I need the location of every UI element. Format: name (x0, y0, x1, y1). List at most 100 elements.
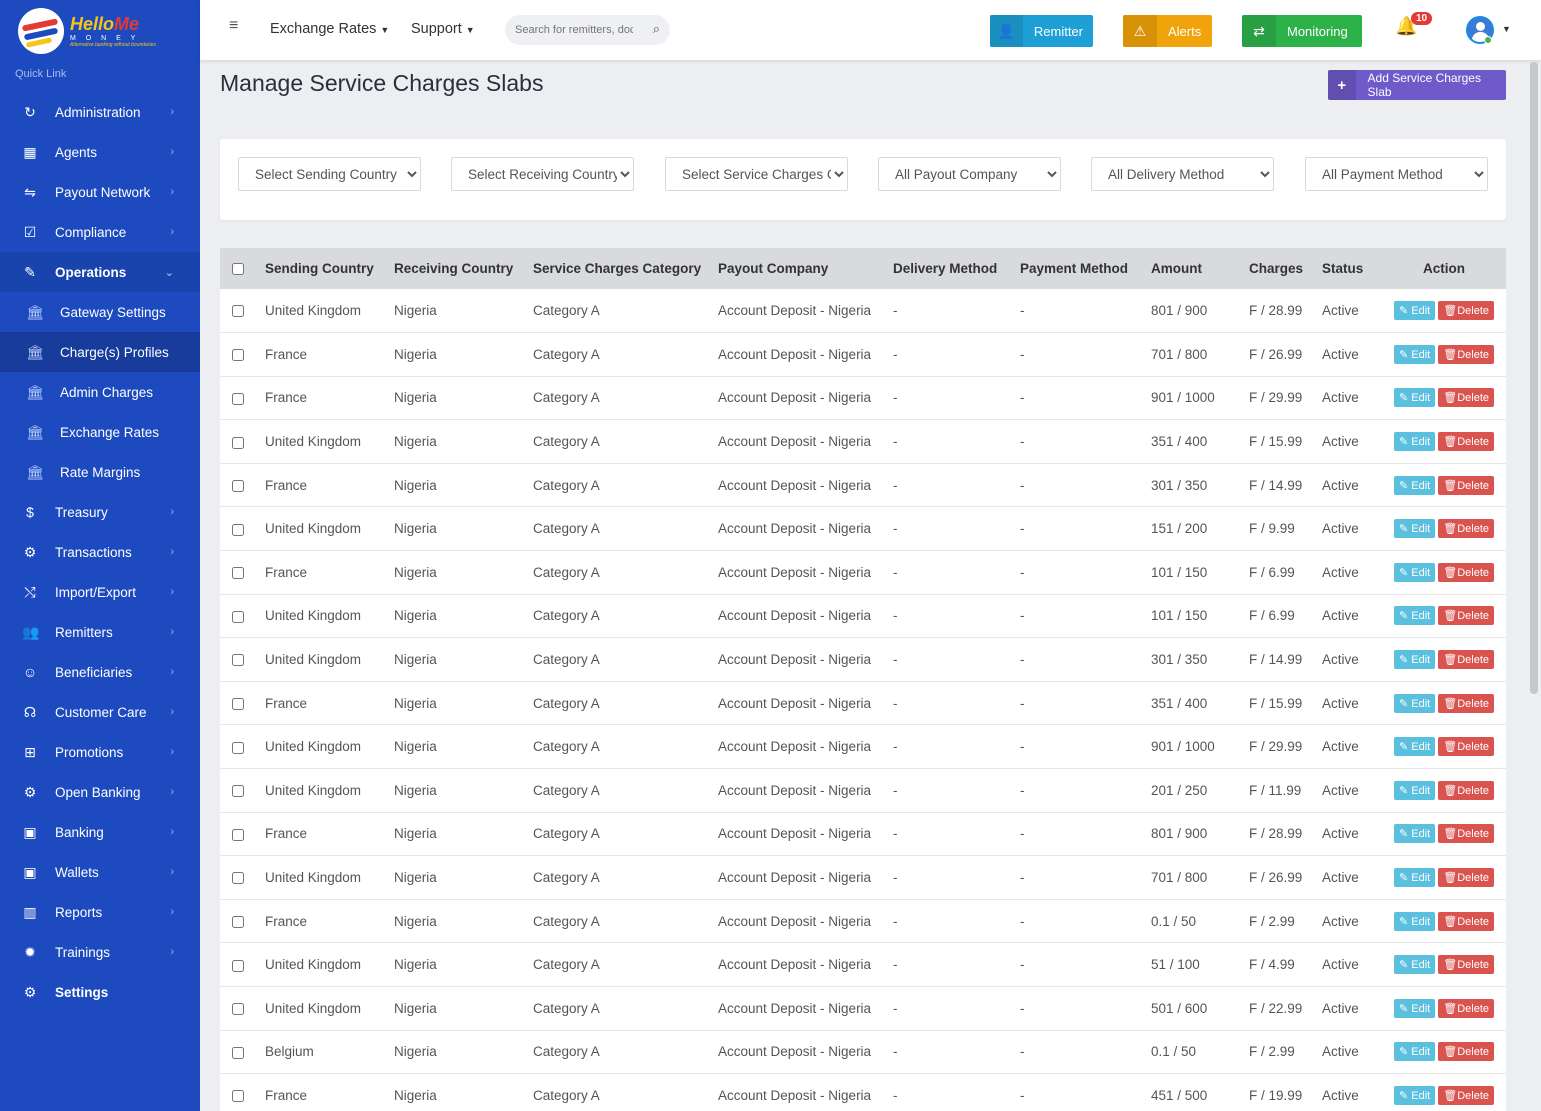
edit-button[interactable]: ✎ Edit (1393, 737, 1436, 757)
select-all-checkbox[interactable] (232, 263, 244, 276)
caret-down-icon[interactable]: ▼ (1502, 24, 1511, 34)
sidebar-subitem-rate-margins[interactable]: 🏛 Rate Margins (0, 452, 200, 492)
edit-button[interactable]: ✎ Edit (1393, 998, 1436, 1018)
edit-button[interactable]: ✎ Edit (1393, 1085, 1436, 1105)
delete-button[interactable]: 🗑Delete (1438, 344, 1494, 364)
sidebar-subitem-admin-charges[interactable]: 🏛 Admin Charges (0, 372, 200, 412)
edit-button[interactable]: ✎ Edit (1393, 650, 1436, 670)
row-checkbox[interactable] (232, 610, 244, 623)
sidebar-item-customer-care[interactable]: ☊ Customer Care › (0, 692, 200, 732)
sidebar-item-agents[interactable]: ▦ Agents › (0, 132, 200, 172)
delete-button[interactable]: 🗑Delete (1438, 1042, 1494, 1062)
sidebar-item-compliance[interactable]: ☑ Compliance › (0, 212, 200, 252)
delete-button[interactable]: 🗑Delete (1438, 606, 1494, 626)
sidebar-item-wallets[interactable]: ▣ Wallets › (0, 852, 200, 892)
sidebar-item-payout-network[interactable]: ⇋ Payout Network › (0, 172, 200, 212)
menu-support[interactable]: Support ▼ (411, 21, 475, 37)
search-icon[interactable]: ⌕ (653, 21, 660, 37)
delete-button[interactable]: 🗑Delete (1438, 650, 1494, 670)
delivery-method-select[interactable]: All Delivery Method (1091, 157, 1274, 191)
row-checkbox[interactable] (232, 392, 244, 405)
sidebar-subitem-charges-profiles[interactable]: 🏛 Charge(s) Profiles (0, 332, 200, 372)
row-checkbox[interactable] (232, 654, 244, 667)
delete-button[interactable]: 🗑Delete (1438, 432, 1494, 452)
sidebar-item-promotions[interactable]: ⊞ Promotions › (0, 732, 200, 772)
delete-button[interactable]: 🗑Delete (1438, 388, 1494, 408)
header-receiving-country[interactable]: Receiving Country (394, 248, 533, 289)
add-service-charges-slab-button[interactable]: + Add Service Charges Slab (1328, 70, 1506, 100)
row-checkbox[interactable] (232, 1090, 244, 1103)
brand-logo[interactable]: HelloMe M O N E Y Alternative banking wi… (0, 0, 200, 62)
delete-button[interactable]: 🗑Delete (1438, 780, 1494, 800)
payout-company-select[interactable]: All Payout Company (878, 157, 1061, 191)
row-checkbox[interactable] (232, 567, 244, 580)
row-checkbox[interactable] (232, 872, 244, 885)
sidebar-item-operations[interactable]: ✎ Operations ⌄ (0, 252, 200, 292)
edit-button[interactable]: ✎ Edit (1393, 475, 1436, 495)
row-checkbox[interactable] (232, 741, 244, 754)
sending-country-select[interactable]: Select Sending Country (238, 157, 421, 191)
row-checkbox[interactable] (232, 828, 244, 841)
sidebar-item-open-banking[interactable]: ⚙ Open Banking › (0, 772, 200, 812)
header-charges[interactable]: Charges (1249, 248, 1322, 289)
sidebar-item-banking[interactable]: ▣ Banking › (0, 812, 200, 852)
edit-button[interactable]: ✎ Edit (1393, 780, 1436, 800)
row-checkbox[interactable] (232, 523, 244, 536)
edit-button[interactable]: ✎ Edit (1393, 432, 1436, 452)
row-checkbox[interactable] (232, 305, 244, 318)
sidebar-item-transactions[interactable]: ⚙ Transactions › (0, 532, 200, 572)
delete-button[interactable]: 🗑Delete (1438, 1085, 1494, 1105)
row-checkbox[interactable] (232, 698, 244, 711)
edit-button[interactable]: ✎ Edit (1393, 388, 1436, 408)
edit-button[interactable]: ✎ Edit (1393, 911, 1436, 931)
payment-method-select[interactable]: All Payment Method (1305, 157, 1488, 191)
sidebar-item-reports[interactable]: ▥ Reports › (0, 892, 200, 932)
page-scrollbar[interactable] (1530, 62, 1538, 694)
delete-button[interactable]: 🗑Delete (1438, 693, 1494, 713)
row-checkbox[interactable] (232, 1003, 244, 1016)
header-amount[interactable]: Amount (1151, 248, 1249, 289)
header-payout-company[interactable]: Payout Company (718, 248, 893, 289)
edit-button[interactable]: ✎ Edit (1393, 868, 1436, 888)
delete-button[interactable]: 🗑Delete (1438, 737, 1494, 757)
sidebar-item-administration[interactable]: ↻ Administration › (0, 92, 200, 132)
sidebar-item-beneficiaries[interactable]: ☺ Beneficiaries › (0, 652, 200, 692)
row-checkbox[interactable] (232, 959, 244, 972)
hamburger-menu-icon[interactable]: ≡ (229, 17, 238, 35)
edit-button[interactable]: ✎ Edit (1393, 955, 1436, 975)
edit-button[interactable]: ✎ Edit (1393, 693, 1436, 713)
delete-button[interactable]: 🗑Delete (1438, 824, 1494, 844)
search-input[interactable] (505, 15, 633, 45)
edit-button[interactable]: ✎ Edit (1393, 606, 1436, 626)
header-delivery-method[interactable]: Delivery Method (893, 248, 1020, 289)
monitoring-button[interactable]: ⇄ Monitoring (1242, 15, 1362, 47)
edit-button[interactable]: ✎ Edit (1393, 519, 1436, 539)
sidebar-item-remitters[interactable]: 👥 Remitters › (0, 612, 200, 652)
remitter-button[interactable]: 👤 Remitter (990, 15, 1093, 47)
service-charges-category-select[interactable]: Select Service Charges Category (665, 157, 848, 191)
delete-button[interactable]: 🗑Delete (1438, 562, 1494, 582)
edit-button[interactable]: ✎ Edit (1393, 1042, 1436, 1062)
edit-button[interactable]: ✎ Edit (1393, 562, 1436, 582)
delete-button[interactable]: 🗑Delete (1438, 998, 1494, 1018)
row-checkbox[interactable] (232, 785, 244, 798)
sidebar-item-settings[interactable]: ⚙ Settings (0, 972, 200, 1012)
delete-button[interactable]: 🗑Delete (1438, 911, 1494, 931)
menu-exchange-rates[interactable]: Exchange Rates ▼ (270, 21, 389, 37)
sidebar-item-trainings[interactable]: ✹ Trainings › (0, 932, 200, 972)
header-service-charges-category[interactable]: Service Charges Category (533, 248, 718, 289)
alerts-button[interactable]: ⚠ Alerts (1123, 15, 1212, 47)
edit-button[interactable]: ✎ Edit (1393, 301, 1436, 321)
delete-button[interactable]: 🗑Delete (1438, 955, 1494, 975)
row-checkbox[interactable] (232, 436, 244, 449)
edit-button[interactable]: ✎ Edit (1393, 344, 1436, 364)
row-checkbox[interactable] (232, 916, 244, 929)
row-checkbox[interactable] (232, 349, 244, 362)
receiving-country-select[interactable]: Select Receiving Country (451, 157, 634, 191)
row-checkbox[interactable] (232, 1046, 244, 1059)
header-status[interactable]: Status (1322, 248, 1382, 289)
header-payment-method[interactable]: Payment Method (1020, 248, 1151, 289)
delete-button[interactable]: 🗑Delete (1438, 868, 1494, 888)
sidebar-item-treasury[interactable]: $ Treasury › (0, 492, 200, 532)
sidebar-subitem-exchange-rates[interactable]: 🏛 Exchange Rates (0, 412, 200, 452)
